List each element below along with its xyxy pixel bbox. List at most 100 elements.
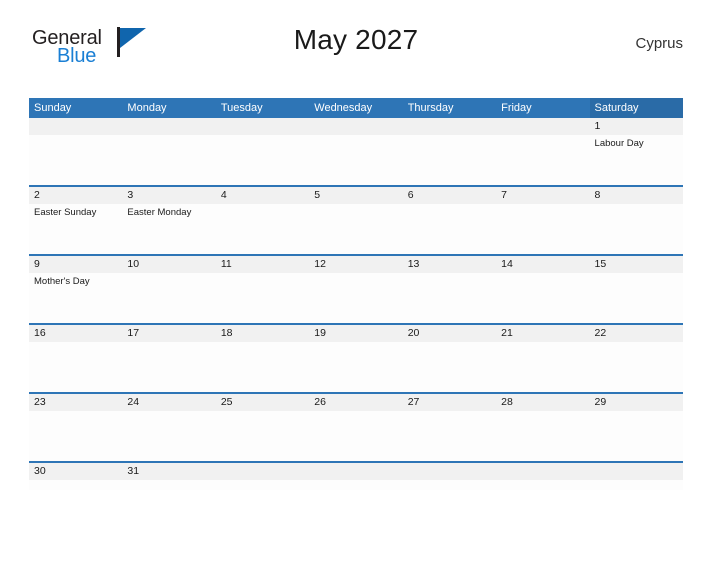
day-event: Easter Sunday: [34, 207, 97, 218]
day-number[interactable]: 9: [29, 256, 122, 273]
day-number[interactable]: 22: [590, 325, 683, 342]
weekday-header-saturday: Saturday: [589, 98, 683, 118]
day-cell: [496, 135, 589, 185]
day-cell[interactable]: [590, 342, 683, 392]
day-number-empty: [309, 463, 402, 480]
day-number[interactable]: 8: [590, 187, 683, 204]
day-number[interactable]: 17: [122, 325, 215, 342]
calendar-page: General Blue May 2027 Cyprus Sunday Mond…: [0, 22, 712, 572]
day-cell[interactable]: [590, 411, 683, 461]
day-number-empty: [216, 463, 309, 480]
day-number[interactable]: 31: [122, 463, 215, 480]
day-number[interactable]: 14: [496, 256, 589, 273]
day-cell[interactable]: [122, 411, 215, 461]
day-event: Mother's Day: [34, 276, 90, 287]
day-number[interactable]: 20: [403, 325, 496, 342]
weekday-header-wednesday: Wednesday: [314, 102, 373, 114]
day-cell[interactable]: [29, 411, 122, 461]
day-cell[interactable]: [496, 273, 589, 323]
calendar-week-row: 30 31: [29, 461, 683, 490]
day-number[interactable]: 24: [122, 394, 215, 411]
day-cell[interactable]: [122, 480, 215, 490]
day-cell[interactable]: [496, 342, 589, 392]
day-cell[interactable]: [590, 204, 683, 254]
day-number-empty: [403, 118, 496, 135]
day-cell[interactable]: [216, 411, 309, 461]
day-number[interactable]: 5: [309, 187, 402, 204]
day-cell[interactable]: [309, 204, 402, 254]
day-cell: [216, 135, 309, 185]
day-cell[interactable]: [403, 342, 496, 392]
day-number[interactable]: 18: [216, 325, 309, 342]
weekday-header-monday: Monday: [127, 102, 167, 114]
day-cell[interactable]: [496, 411, 589, 461]
day-number-empty: [590, 463, 683, 480]
calendar-weeks: 1 Labour Day 2 3 4 5 6 7 8 Easter Sunday Easter Mo…: [29, 118, 683, 490]
day-number[interactable]: 25: [216, 394, 309, 411]
day-number[interactable]: 13: [403, 256, 496, 273]
weekday-header-sunday: Sunday: [34, 102, 72, 114]
page-header: General Blue May 2027 Cyprus: [29, 22, 683, 74]
day-cell[interactable]: [590, 273, 683, 323]
weekday-header-row: Sunday Monday Tuesday Wednesday Thursday…: [29, 98, 683, 118]
day-number[interactable]: 15: [590, 256, 683, 273]
day-cell[interactable]: [309, 342, 402, 392]
day-cell[interactable]: Mother's Day: [29, 273, 122, 323]
day-number[interactable]: 6: [403, 187, 496, 204]
day-cell: [403, 480, 496, 490]
day-number[interactable]: 2: [29, 187, 122, 204]
day-cell[interactable]: [216, 273, 309, 323]
day-number[interactable]: 11: [216, 256, 309, 273]
calendar-daynumber-band: 9 10 11 12 13 14 15: [29, 256, 683, 273]
day-cell: [496, 480, 589, 490]
day-cell[interactable]: [216, 342, 309, 392]
calendar-week-row: 2 3 4 5 6 7 8 Easter Sunday Easter Monday: [29, 185, 683, 254]
day-cell[interactable]: [216, 204, 309, 254]
day-number[interactable]: 10: [122, 256, 215, 273]
day-cell[interactable]: Easter Sunday: [29, 204, 122, 254]
day-cell[interactable]: Labour Day: [590, 135, 683, 185]
day-number[interactable]: 28: [496, 394, 589, 411]
day-cell[interactable]: [29, 480, 122, 490]
day-cell: [309, 480, 402, 490]
day-number[interactable]: 19: [309, 325, 402, 342]
calendar-daynumber-band: 2345678: [29, 187, 683, 204]
day-cell[interactable]: [122, 342, 215, 392]
day-cell[interactable]: Easter Monday: [122, 204, 215, 254]
day-cell: [590, 480, 683, 490]
calendar-grid: Sunday Monday Tuesday Wednesday Thursday…: [29, 98, 683, 490]
calendar-daynumber-band: 16 17 18 19 20 21 22: [29, 325, 683, 342]
day-cell[interactable]: [309, 411, 402, 461]
day-cell[interactable]: [309, 273, 402, 323]
day-number[interactable]: 30: [29, 463, 122, 480]
calendar-events-band: Mother's Day: [29, 273, 683, 323]
day-number[interactable]: 16: [29, 325, 122, 342]
calendar-week-row: 1 Labour Day: [29, 118, 683, 185]
day-number[interactable]: 29: [590, 394, 683, 411]
day-number[interactable]: 21: [496, 325, 589, 342]
day-cell[interactable]: [29, 342, 122, 392]
day-number[interactable]: 4: [216, 187, 309, 204]
calendar-daynumber-band: 23 24 25 26 27 28 29: [29, 394, 683, 411]
day-cell: [122, 135, 215, 185]
day-number[interactable]: 26: [309, 394, 402, 411]
day-number[interactable]: 3: [122, 187, 215, 204]
day-number[interactable]: 23: [29, 394, 122, 411]
day-cell: [29, 135, 122, 185]
calendar-week-row: 23 24 25 26 27 28 29: [29, 392, 683, 461]
day-event: Easter Monday: [127, 207, 192, 218]
day-number[interactable]: 27: [403, 394, 496, 411]
region-label: Cyprus: [635, 35, 683, 52]
calendar-week-row: 9 10 11 12 13 14 15 Mother's Day: [29, 254, 683, 323]
weekday-header-thursday: Thursday: [407, 102, 454, 114]
day-cell[interactable]: [403, 273, 496, 323]
day-cell[interactable]: [403, 204, 496, 254]
calendar-events-band: Labour Day: [29, 135, 683, 185]
day-cell[interactable]: [122, 273, 215, 323]
day-number[interactable]: 7: [496, 187, 589, 204]
day-number[interactable]: 12: [309, 256, 402, 273]
day-cell[interactable]: [496, 204, 589, 254]
page-title: May 2027: [293, 24, 419, 55]
day-number[interactable]: 1: [590, 118, 683, 135]
day-cell[interactable]: [403, 411, 496, 461]
